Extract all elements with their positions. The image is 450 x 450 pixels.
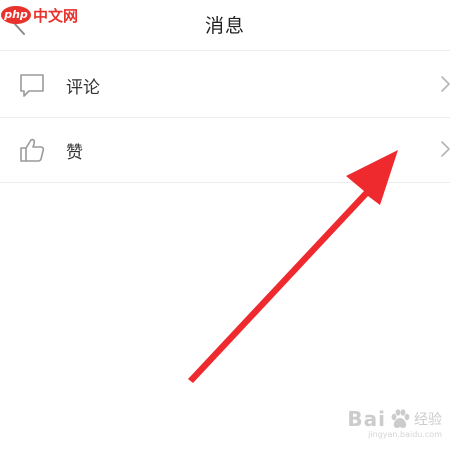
baidu-url-text: jingyan.baidu.com	[368, 430, 442, 439]
chevron-right-icon	[441, 76, 450, 92]
paw-icon	[391, 409, 410, 428]
messages-screen: 消息 php 中文网 评论 赞 Bai 经验 jingyan.baidu.com	[0, 0, 450, 450]
nav-bar: 消息	[0, 0, 450, 51]
page-title: 消息	[204, 15, 245, 37]
thumbs-up-icon	[20, 138, 45, 162]
comments-label: 评论	[66, 78, 100, 98]
comment-icon	[20, 74, 44, 97]
likes-label: 赞	[66, 143, 83, 163]
baidu-jingyan-watermark: Bai 经验 jingyan.baidu.com	[347, 406, 442, 439]
baidu-suffix-text: 经验	[414, 412, 442, 428]
likes-row[interactable]: 赞	[0, 118, 450, 183]
chevron-right-icon	[441, 141, 450, 157]
baidu-prefix-text: Bai	[347, 407, 386, 431]
comments-row[interactable]: 评论	[0, 53, 450, 118]
